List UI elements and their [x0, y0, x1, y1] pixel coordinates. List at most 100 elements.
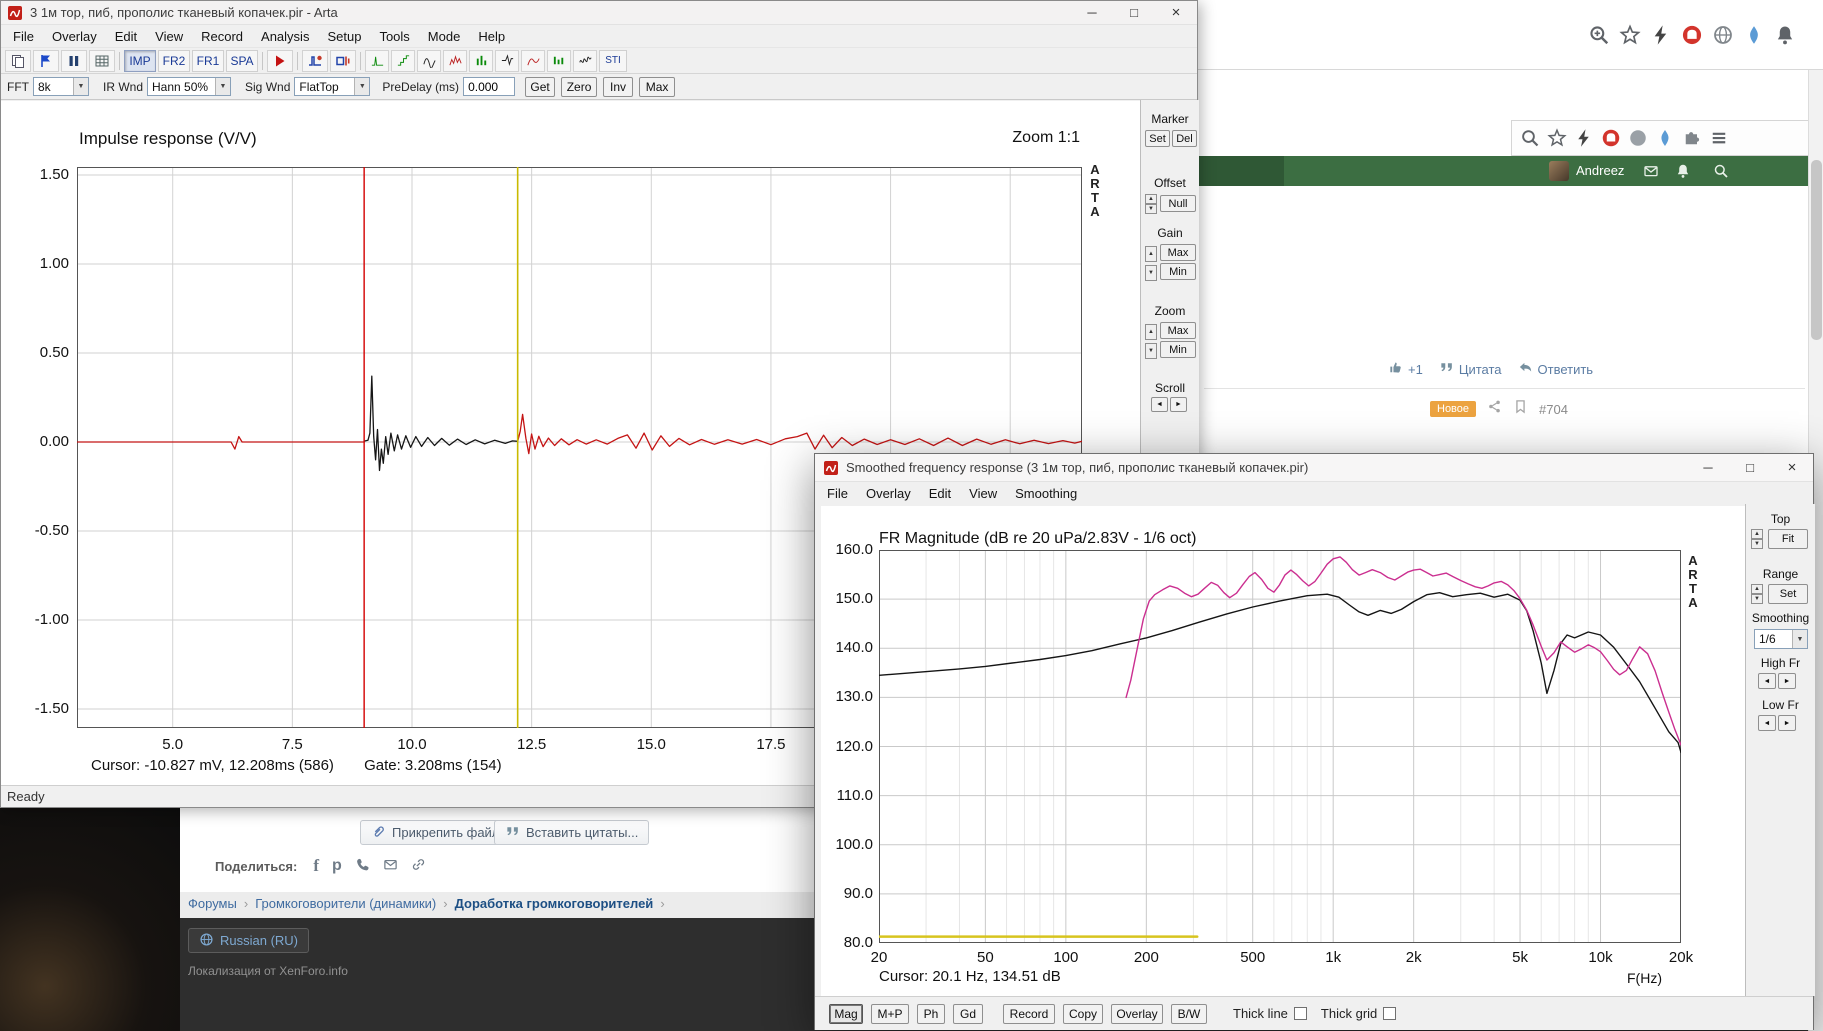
sti-button[interactable]: STI: [599, 49, 627, 72]
close-button[interactable]: ×: [1155, 1, 1197, 24]
smoothing-select[interactable]: 1/6 ▼: [1754, 629, 1808, 649]
inv-button[interactable]: Inv: [603, 76, 634, 97]
fr-button-copy[interactable]: Copy: [1063, 1003, 1103, 1024]
zoom-icon[interactable]: [1588, 24, 1610, 46]
avatar[interactable]: [1549, 161, 1569, 181]
notification-bell-icon[interactable]: [1774, 24, 1796, 46]
fr-button-gd[interactable]: Gd: [953, 1003, 983, 1024]
adblock-icon[interactable]: [1601, 128, 1621, 148]
gain-down-button[interactable]: ▼: [1145, 265, 1157, 281]
zoom-up-button[interactable]: ▲: [1145, 324, 1157, 340]
analysis-icon-5[interactable]: [469, 49, 493, 72]
lightning-icon[interactable]: [1650, 24, 1672, 46]
mode-button-fr1[interactable]: FR1: [192, 49, 224, 72]
table-icon[interactable]: [89, 49, 115, 72]
search-icon[interactable]: [1713, 163, 1729, 184]
fr-button-mag[interactable]: Mag: [829, 1003, 863, 1024]
fr-close-button[interactable]: ×: [1771, 454, 1813, 481]
scrollbar-thumb[interactable]: [1811, 160, 1822, 340]
range-up-button[interactable]: ▲: [1751, 584, 1763, 594]
bookmark-star-icon[interactable]: [1619, 24, 1641, 46]
menu-edit[interactable]: Edit: [106, 29, 146, 44]
link-icon[interactable]: [411, 857, 426, 875]
adblock-icon[interactable]: [1681, 24, 1703, 46]
photo-attachment[interactable]: [0, 808, 180, 1031]
generator-tool-icon[interactable]: [330, 49, 356, 72]
menu-view[interactable]: View: [960, 486, 1006, 501]
quote-link[interactable]: Цитата: [1439, 360, 1502, 378]
fr-plot[interactable]: [879, 550, 1681, 943]
menu-smoothing[interactable]: Smoothing: [1006, 486, 1086, 501]
reply-link[interactable]: Ответить: [1518, 360, 1593, 378]
mode-button-fr2[interactable]: FR2: [158, 49, 190, 72]
stop-icon[interactable]: [61, 49, 87, 72]
thick-grid-checkbox[interactable]: [1383, 1007, 1397, 1020]
analysis-icon-2[interactable]: [391, 49, 415, 72]
mode-button-spa[interactable]: SPA: [226, 49, 258, 72]
bookmark-icon[interactable]: [1513, 399, 1528, 419]
top-down-button[interactable]: ▼: [1751, 539, 1763, 549]
zero-button[interactable]: Zero: [561, 76, 598, 97]
new-file-icon[interactable]: [5, 49, 31, 72]
top-up-button[interactable]: ▲: [1751, 529, 1763, 539]
bookmark-star-icon[interactable]: [1547, 128, 1567, 148]
high-fr-right-button[interactable]: ►: [1778, 673, 1796, 689]
profile-icon[interactable]: [1628, 128, 1648, 148]
offset-null-button[interactable]: Null: [1160, 195, 1196, 212]
maximize-button[interactable]: □: [1113, 1, 1155, 24]
breadcrumb-link-2[interactable]: Громкоговорители (динамики): [255, 896, 436, 911]
facebook-icon[interactable]: f: [313, 856, 319, 876]
get-button[interactable]: Get: [525, 76, 556, 97]
analysis-icon-9[interactable]: [573, 49, 597, 72]
menu-analysis[interactable]: Analysis: [252, 29, 318, 44]
menu-record[interactable]: Record: [192, 29, 252, 44]
fr-button-record[interactable]: Record: [1003, 1003, 1055, 1024]
analysis-icon-1[interactable]: [365, 49, 389, 72]
offset-down-button[interactable]: ▼: [1145, 204, 1157, 214]
alerts-bell-icon[interactable]: [1675, 163, 1691, 184]
analysis-icon-8[interactable]: [547, 49, 571, 72]
menu-mode[interactable]: Mode: [419, 29, 470, 44]
zoom-min-button[interactable]: Min: [1160, 341, 1196, 358]
fr-titlebar[interactable]: Smoothed frequency response (3 1м тор, п…: [815, 454, 1813, 482]
thick-line-checkbox[interactable]: [1293, 1007, 1307, 1020]
menu-overlay[interactable]: Overlay: [43, 29, 106, 44]
drop-icon[interactable]: [1655, 128, 1675, 148]
menu-view[interactable]: View: [146, 29, 192, 44]
marker-set-button[interactable]: Set: [1145, 130, 1170, 147]
scroll-right-button[interactable]: ►: [1170, 397, 1187, 412]
offset-up-button[interactable]: ▲: [1145, 194, 1157, 204]
globe-icon[interactable]: [1712, 24, 1734, 46]
email-icon[interactable]: [383, 857, 398, 875]
language-button[interactable]: Russian (RU): [188, 928, 310, 953]
analysis-icon-4[interactable]: [443, 49, 467, 72]
menu-icon[interactable]: [1709, 128, 1729, 148]
breadcrumb-link-1[interactable]: Форумы: [188, 896, 237, 911]
gain-up-button[interactable]: ▲: [1145, 246, 1157, 262]
zoom-down-button[interactable]: ▼: [1145, 343, 1157, 359]
fr-maximize-button[interactable]: □: [1729, 454, 1771, 481]
titlebar[interactable]: 3 1м тор, пиб, прополис тканевый копачек…: [1, 1, 1197, 25]
ir-wnd-select[interactable]: Hann 50% ▼: [147, 77, 232, 96]
mode-button-imp[interactable]: IMP: [124, 49, 156, 72]
extensions-puzzle-icon[interactable]: [1682, 128, 1702, 148]
sig-wnd-select[interactable]: FlatTop ▼: [294, 77, 371, 96]
fr-button-m-p[interactable]: M+P: [871, 1003, 909, 1024]
menu-tools[interactable]: Tools: [370, 29, 418, 44]
range-set-button[interactable]: Set: [1768, 584, 1808, 604]
scroll-left-button[interactable]: ◄: [1151, 397, 1168, 412]
pinterest-icon[interactable]: p: [332, 857, 342, 875]
mail-icon[interactable]: [1643, 163, 1659, 184]
gain-max-button[interactable]: Max: [1160, 244, 1196, 261]
breadcrumb-link-3[interactable]: Доработка громкоговорителей: [455, 896, 654, 911]
analysis-icon-6[interactable]: [495, 49, 519, 72]
fit-button[interactable]: Fit: [1768, 529, 1808, 549]
whatsapp-icon[interactable]: [355, 857, 370, 875]
drop-icon[interactable]: [1743, 24, 1765, 46]
fft-select[interactable]: 8k ▼: [33, 77, 89, 96]
open-file-icon[interactable]: [33, 49, 59, 72]
max-button[interactable]: Max: [639, 76, 676, 97]
zoom-max-button[interactable]: Max: [1160, 322, 1196, 339]
menu-edit[interactable]: Edit: [920, 486, 960, 501]
fr-button-ph[interactable]: Ph: [917, 1003, 945, 1024]
